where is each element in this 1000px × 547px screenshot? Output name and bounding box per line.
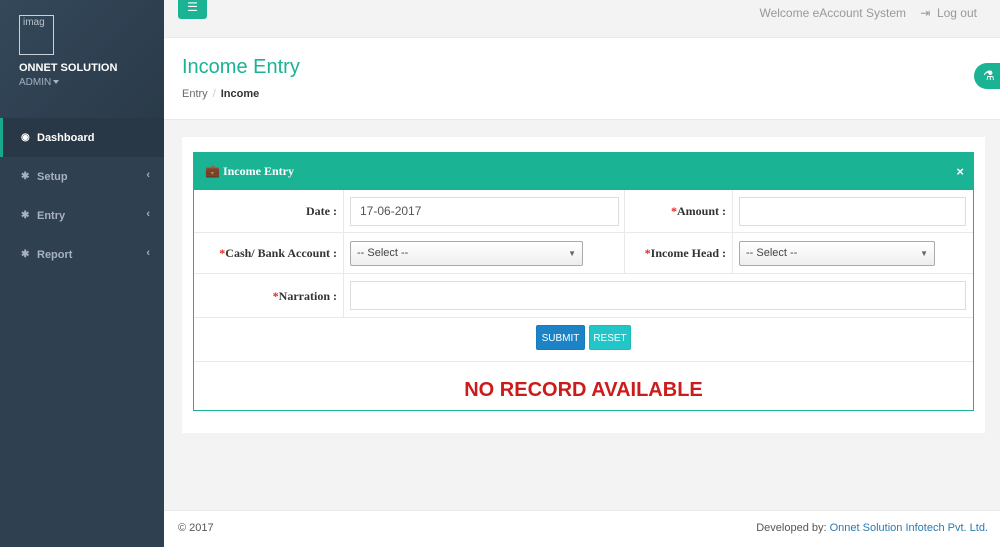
sidebar-item-report[interactable]: ✱ Report ‹ (0, 235, 164, 274)
logout-label: Log out (936, 6, 977, 20)
dropdown-arrow-icon: ▼ (568, 249, 576, 258)
sidebar-item-entry[interactable]: ✱ Entry ‹ (0, 196, 164, 235)
panel-title: Income Entry (222, 164, 294, 178)
sidebar-item-setup[interactable]: ✱ Setup ‹ (0, 157, 164, 196)
chevron-left-icon: ‹ (146, 169, 150, 181)
caret-down-icon (53, 80, 60, 85)
breadcrumb-entry[interactable]: Entry (182, 88, 208, 100)
avatar-alt-text: imag (23, 17, 45, 28)
avatar: imag (19, 15, 54, 55)
chevron-left-icon: ‹ (146, 208, 150, 220)
user-role-dropdown[interactable]: ADMIN (19, 77, 145, 88)
breadcrumb-current: Income (220, 88, 260, 100)
sidebar-item-label: Report (37, 248, 73, 261)
divider (732, 233, 733, 273)
divider (343, 190, 344, 232)
top-navbar: ☰ Welcome eAccount System ⇥ Log out (164, 0, 1000, 38)
dashboard-icon: ◉ (21, 132, 30, 143)
sign-out-icon: ⇥ (920, 6, 931, 20)
account-select-value: -- Select -- (357, 247, 409, 259)
company-name: ONNET SOLUTION (19, 62, 118, 74)
no-record-message: NO RECORD AVAILABLE (464, 379, 703, 401)
divider (343, 274, 344, 317)
sidebar-item-label: Entry (37, 209, 66, 222)
date-label: Date : (306, 204, 337, 218)
menu-toggle-button[interactable]: ☰ (178, 0, 207, 19)
gear-icon: ✱ (21, 171, 30, 182)
page-title: Income Entry (182, 56, 300, 78)
reset-button[interactable]: RESET (589, 325, 631, 350)
account-label-text: Cash/ Bank Account : (225, 246, 337, 260)
account-label: *Cash/ Bank Account : (194, 233, 337, 273)
chevron-left-icon: ‹ (146, 247, 150, 259)
account-select[interactable]: -- Select -- ▼ (350, 241, 583, 266)
date-field[interactable]: 17-06-2017 (350, 197, 619, 226)
breadcrumb-separator: / (212, 88, 216, 100)
page-heading: Income Entry Entry / Income ⚗ (164, 38, 1000, 120)
amount-field[interactable] (739, 197, 966, 226)
panel-header: 💼 Income Entry × (194, 153, 973, 190)
welcome-message: Welcome eAccount System (759, 6, 906, 20)
income-head-select[interactable]: -- Select -- ▼ (739, 241, 935, 266)
profile-block: imag ONNET SOLUTION ADMIN (0, 0, 164, 118)
narration-label: *Narration : (194, 274, 337, 317)
logout-link[interactable]: ⇥ Log out (920, 6, 977, 20)
amount-label: *Amount : (624, 190, 726, 232)
developer-link[interactable]: Onnet Solution Infotech Pvt. Ltd. (830, 522, 988, 534)
income-head-label-text: Income Head : (650, 246, 726, 260)
close-icon[interactable]: × (956, 153, 964, 190)
amount-label-text: Amount : (676, 204, 726, 218)
income-head-label: *Income Head : (624, 233, 726, 273)
hamburger-icon: ☰ (187, 0, 198, 14)
sidebar-item-label: Setup (37, 170, 68, 183)
form-row-narration: *Narration : (194, 274, 973, 318)
form-row-date-amount: Date : 17-06-2017 *Amount : (194, 190, 973, 233)
narration-field[interactable] (350, 281, 966, 310)
user-role-label: ADMIN (19, 77, 52, 88)
submit-button[interactable]: SUBMIT (536, 325, 585, 350)
narration-label-text: Narration : (278, 289, 337, 303)
sidebar-item-dashboard[interactable]: ◉ Dashboard (0, 118, 164, 157)
form-row-account-head: *Cash/ Bank Account : -- Select -- ▼ *Inc… (194, 233, 973, 274)
copyright: © 2017 (178, 522, 214, 534)
flask-icon: ⚗ (983, 68, 995, 83)
sidebar: imag ONNET SOLUTION ADMIN ◉ Dashboard ✱ … (0, 0, 164, 547)
form-row-actions: SUBMIT RESET (194, 318, 973, 362)
gear-icon: ✱ (21, 249, 30, 260)
gear-icon: ✱ (21, 210, 30, 221)
divider (732, 190, 733, 232)
income-entry-panel: 💼 Income Entry × Date : 17-06-2017 *Amoun… (193, 152, 974, 411)
sidebar-nav: ◉ Dashboard ✱ Setup ‹ ✱ Entry ‹ ✱ Report… (0, 118, 164, 274)
footer: © 2017 Developed by: Onnet Solution Info… (164, 510, 1000, 547)
content-box: 💼 Income Entry × Date : 17-06-2017 *Amoun… (182, 137, 985, 433)
right-sidebar-toggle-button[interactable]: ⚗ (974, 63, 1000, 89)
developer-credit: Developed by: Onnet Solution Infotech Pv… (756, 522, 988, 534)
divider (343, 233, 344, 273)
briefcase-icon: 💼 (205, 164, 220, 178)
developed-by-label: Developed by: (756, 522, 827, 534)
sidebar-item-label: Dashboard (37, 131, 95, 144)
breadcrumb: Entry / Income (182, 88, 259, 100)
dropdown-arrow-icon: ▼ (920, 249, 928, 258)
income-head-select-value: -- Select -- (746, 247, 798, 259)
